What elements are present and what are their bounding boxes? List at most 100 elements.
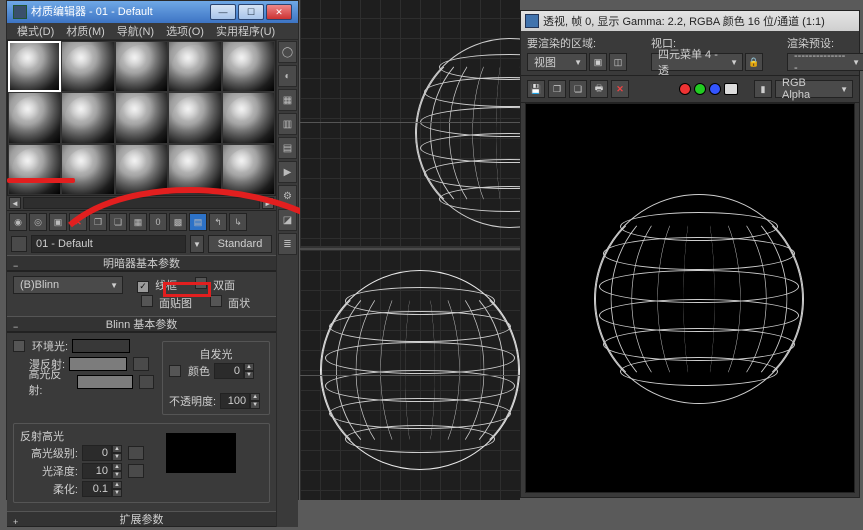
material-slot[interactable] [222,92,275,143]
scroll-left-icon[interactable]: ◄ [9,197,21,209]
viewport-select[interactable]: 四元菜单 4 - 透▼ [651,53,743,71]
material-editor-titlebar[interactable]: 材质编辑器 - 01 - Default — ☐ ✕ [7,1,298,23]
material-slot[interactable] [61,41,114,92]
clear-icon[interactable]: ✕ [611,80,629,98]
show-map-icon[interactable]: ▩ [169,213,187,231]
material-slot[interactable] [61,144,114,195]
make-unique-icon[interactable]: ❏ [109,213,127,231]
material-slot[interactable] [115,144,168,195]
material-slot[interactable] [8,144,61,195]
ambient-lock-icon[interactable] [13,340,25,352]
save-image-icon[interactable]: 💾 [527,80,545,98]
material-slot[interactable] [8,92,61,143]
menu-material[interactable]: 材质(M) [60,23,111,39]
checkbox-icon [137,281,149,293]
material-type-button[interactable]: Standard [208,235,272,253]
material-map-nav-icon[interactable]: ≣ [278,233,297,255]
menu-mode[interactable]: 模式(D) [11,23,60,39]
maximize-button[interactable]: ☐ [238,4,264,20]
material-slot[interactable] [168,92,221,143]
go-forward-icon[interactable]: ↳ [229,213,247,231]
material-slot[interactable] [222,41,275,92]
close-button[interactable]: ✕ [266,4,292,20]
self-illum-color-checkbox[interactable] [169,365,181,377]
viewport-top[interactable] [300,0,520,248]
preset-select[interactable]: ---------------▼ [787,53,863,71]
viewport-bottom[interactable] [300,250,520,500]
checkbox-icon [210,295,222,307]
gloss-spinner[interactable]: 10 ▲▼ [82,463,122,479]
channel-select[interactable]: RGB Alpha▼ [775,80,853,98]
diffuse-swatch[interactable] [69,357,127,371]
menu-options[interactable]: 选项(O) [160,23,210,39]
render-canvas[interactable] [525,103,855,493]
show-end-result-icon[interactable]: ▤ [189,213,207,231]
material-editor-menubar: 模式(D) 材质(M) 导航(N) 选项(O) 实用程序(U) [7,23,298,40]
pick-material-icon[interactable] [11,236,27,252]
scroll-track[interactable] [23,197,260,209]
put-to-scene-icon[interactable]: ◎ [29,213,47,231]
minimize-button[interactable]: — [210,4,236,20]
go-parent-icon[interactable]: ↰ [209,213,227,231]
specular-swatch[interactable] [77,375,132,389]
self-illum-spinner[interactable]: 0 ▲▼ [214,363,254,379]
slot-scrollbar[interactable]: ◄ ► [7,196,276,210]
print-icon[interactable]: 🖶 [590,80,608,98]
material-name-input[interactable]: 01 - Default [31,235,186,253]
rollout-shader-header[interactable]: − 明暗器基本参数 [7,255,276,271]
auto-region-icon[interactable]: ◫ [609,53,627,71]
material-slot[interactable] [115,41,168,92]
channel-b-toggle[interactable] [709,83,721,95]
clone-frame-icon[interactable]: ❏ [569,80,587,98]
render-titlebar[interactable]: 透视, 帧 0, 显示 Gamma: 2.2, RGBA 颜色 16 位/通道 … [521,11,859,31]
gloss-map-button[interactable] [128,464,144,478]
assign-icon[interactable]: ▣ [49,213,67,231]
material-slot[interactable] [8,41,61,92]
material-slot[interactable] [61,92,114,143]
menu-utils[interactable]: 实用程序(U) [210,23,281,39]
specular-map-button[interactable] [139,375,154,389]
channel-mono-toggle[interactable] [724,83,738,95]
options-icon[interactable]: ⚙ [278,185,297,207]
spec-level-spinner[interactable]: 0 ▲▼ [82,445,122,461]
material-slot[interactable] [222,144,275,195]
rollout-blinn-header[interactable]: − Blinn 基本参数 [7,316,276,332]
video-check-icon[interactable]: ▤ [278,137,297,159]
make-copy-icon[interactable]: ❐ [89,213,107,231]
wireframe-checkbox[interactable]: 线框 [137,277,177,293]
material-slot[interactable] [168,41,221,92]
faceted-checkbox[interactable]: 面状 [210,295,250,311]
diffuse-map-button[interactable] [133,357,149,371]
backlight-icon[interactable]: ◐ [278,65,297,87]
shader-type-select[interactable]: (B)Blinn ▼ [13,276,123,294]
sample-uv-icon[interactable]: ▥ [278,113,297,135]
material-slot[interactable] [115,92,168,143]
area-select[interactable]: 视图▼ [527,53,587,71]
ambient-swatch[interactable] [72,339,130,353]
select-by-mat-icon[interactable]: ◪ [278,209,297,231]
put-library-icon[interactable]: ▦ [129,213,147,231]
make-preview-icon[interactable]: ▶ [278,161,297,183]
opacity-spinner[interactable]: 100 ▲▼ [220,393,260,409]
two-sided-checkbox[interactable]: 双面 [195,277,235,293]
material-id-icon[interactable]: 0 [149,213,167,231]
material-name-dropdown-icon[interactable]: ▼ [190,235,204,253]
soften-spinner[interactable]: 0.1 ▲▼ [82,481,122,497]
checkbox-icon [141,295,153,307]
copy-image-icon[interactable]: ❐ [548,80,566,98]
menu-nav[interactable]: 导航(N) [111,23,160,39]
region-icon[interactable]: ▣ [589,53,607,71]
face-map-checkbox[interactable]: 面贴图 [141,295,192,311]
get-material-icon[interactable]: ◉ [9,213,27,231]
rollout-ext-header[interactable]: + 扩展参数 [7,511,276,527]
spec-level-map-button[interactable] [128,446,144,460]
lock-viewport-icon[interactable]: 🔒 [745,53,763,71]
toggle-ui-icon[interactable]: ▮ [754,80,772,98]
sample-type-icon[interactable]: ◯ [278,41,297,63]
channel-g-toggle[interactable] [694,83,706,95]
reset-icon[interactable]: ✕ [69,213,87,231]
scroll-right-icon[interactable]: ► [262,197,274,209]
background-icon[interactable]: ▦ [278,89,297,111]
channel-r-toggle[interactable] [679,83,691,95]
material-slot[interactable] [168,144,221,195]
